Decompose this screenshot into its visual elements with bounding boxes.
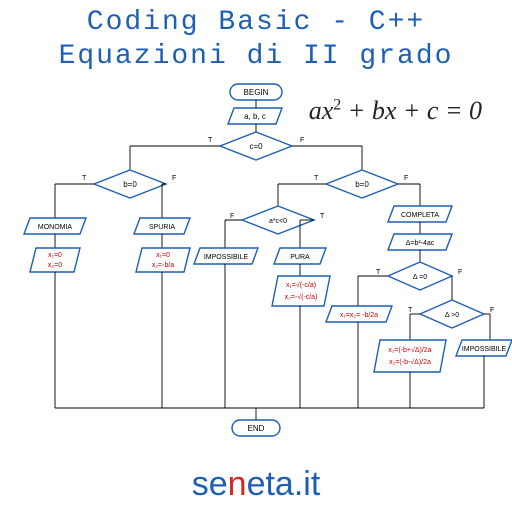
sol-pura-1: x₁=√(-c/a) (286, 281, 316, 289)
sol-completa-2: x₂=(-b-√Δ)/2a (389, 358, 431, 366)
node-input: a, b, c (244, 112, 266, 121)
svg-text:T: T (376, 269, 381, 276)
decision-c0: c=0 (249, 142, 263, 151)
svg-text:F: F (404, 175, 408, 182)
sol-completa-1: x₁=(-b+√Δ)/2a (388, 346, 431, 354)
decision-ac: a*c<0 (269, 218, 287, 225)
node-completa: COMPLETA (401, 212, 439, 219)
sol-spuria-1: x₁=0 (156, 252, 170, 259)
svg-text:T: T (408, 307, 413, 314)
decision-delta-eq: Δ =0 (413, 274, 427, 281)
brand-pre: se (192, 465, 228, 503)
sol-monomia-2: x₂=0 (48, 262, 62, 269)
sol-pura-2: x₂=-√(-c/a) (285, 293, 318, 301)
sol-spuria-2: x₂=-b/a (152, 262, 174, 269)
node-spuria: SPURIA (149, 224, 175, 231)
decision-b0-right: b=0 (355, 180, 369, 189)
node-delta: Δ=b²-4ac (406, 240, 435, 247)
title-line2: Equazioni di II grado (0, 40, 512, 74)
svg-text:T: T (314, 175, 319, 182)
svg-text:F: F (230, 213, 234, 220)
decision-b0-left: b=0 (123, 180, 137, 189)
page-title: Coding Basic - C++ Equazioni di II grado (0, 0, 512, 73)
sol-monomia-1: x₁=0 (48, 252, 62, 259)
svg-text:F: F (300, 137, 304, 144)
node-monomia: MONOMIA (38, 224, 73, 231)
svg-text:T: T (82, 175, 87, 182)
brand-suffix: eta.it (247, 465, 321, 503)
node-pura: PURA (290, 254, 310, 261)
flowchart-diagram: BEGIN a, b, c c=0 T F b=0 T F MONOMIA SP… (0, 78, 512, 458)
node-impossibile-1: IMPOSSIBILE (204, 254, 249, 261)
svg-text:F: F (172, 175, 176, 182)
svg-text:T: T (208, 137, 213, 144)
sol-delta-eq: x₁=x₂= -b/2a (340, 312, 378, 319)
node-end: END (248, 424, 265, 433)
node-begin: BEGIN (244, 88, 269, 97)
svg-text:T: T (320, 213, 325, 220)
brand-accent: n (228, 465, 247, 503)
svg-text:F: F (458, 269, 462, 276)
node-impossibile-2: IMPOSSIBILE (462, 346, 507, 353)
brand-logo: seneta.it (0, 465, 512, 504)
svg-text:F: F (490, 307, 494, 314)
decision-delta-gt: Δ >0 (445, 312, 459, 319)
title-line1: Coding Basic - C++ (0, 6, 512, 40)
